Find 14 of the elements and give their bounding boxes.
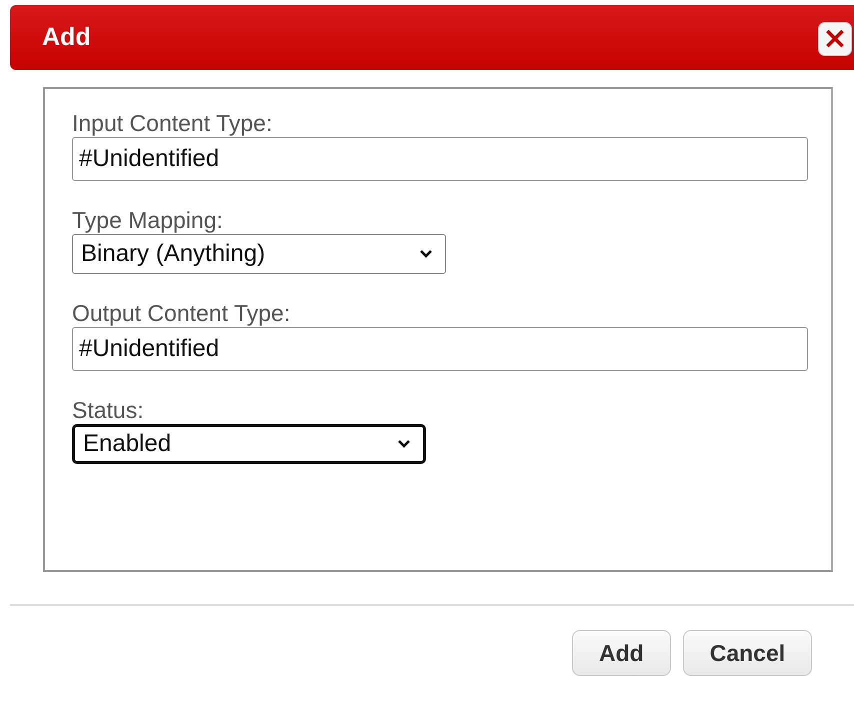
add-button[interactable]: Add [572,630,671,676]
text-field[interactable]: #Unidentified [72,137,808,181]
field-label: Output Content Type: [72,299,292,327]
text-field[interactable]: #Unidentified [72,327,808,371]
field-label: Status: [72,396,145,424]
dropdown[interactable]: Binary (Anything) [72,234,446,274]
cancel-button[interactable]: Cancel [682,630,812,676]
dropdown[interactable]: Enabled [72,424,426,464]
field-label: Type Mapping: [72,206,224,234]
chevron-down-icon [397,439,411,449]
close-button[interactable]: × [818,22,852,56]
field-label: Input Content Type: [72,109,274,137]
chevron-down-icon [419,249,433,259]
dialog-title: Add [42,23,91,52]
